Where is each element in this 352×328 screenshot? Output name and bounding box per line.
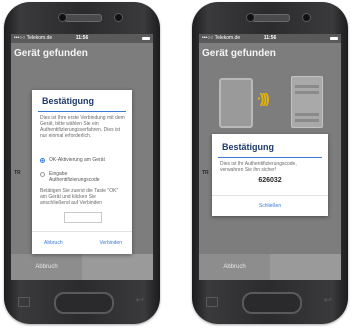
- proximity-sensor: [58, 13, 67, 22]
- dialog-title: Bestätigung: [42, 96, 95, 106]
- bottom-cancel-button[interactable]: Abbruch: [11, 254, 82, 280]
- page-title: Gerät gefunden: [202, 48, 276, 59]
- home-button[interactable]: [242, 292, 302, 314]
- dialog-actions: Abbruch Verbinden: [32, 231, 132, 254]
- dialog-title: Bestätigung: [222, 142, 275, 152]
- page-title: Gerät gefunden: [14, 48, 88, 59]
- device-terminal: [295, 119, 319, 122]
- radio-unselected-icon: [40, 172, 45, 177]
- dialog-text: Dies ist Ihr Authentifizierungscode, ver…: [220, 161, 297, 173]
- battery-icon: [330, 37, 338, 40]
- close-button[interactable]: Schließen: [212, 196, 328, 216]
- dialog-divider: [218, 157, 322, 158]
- bottom-cancel-button[interactable]: Abbruch: [199, 254, 270, 280]
- auth-code-value: 626032: [258, 177, 282, 184]
- bottom-connect-button[interactable]: [82, 254, 153, 280]
- side-label: TR: [202, 170, 209, 176]
- auth-code-input[interactable]: [64, 212, 102, 223]
- confirmation-dialog: Bestätigung Dies ist Ihre erste Verbindu…: [32, 90, 132, 254]
- phone-left: •••○○ Telekom.de 11:56 Gerät gefunden TR…: [4, 2, 160, 324]
- recent-apps-icon[interactable]: [206, 297, 218, 307]
- tablet-icon: [219, 78, 253, 128]
- cancel-button[interactable]: Abbruch: [44, 232, 63, 254]
- bottom-bar: Abbruch: [11, 254, 153, 280]
- dialog-divider: [38, 111, 126, 112]
- radio-label: OK-Aktivierung am Gerät: [49, 157, 105, 163]
- home-button[interactable]: [54, 292, 114, 314]
- radio-selected-icon: [40, 158, 45, 163]
- bottom-connect-button[interactable]: [270, 254, 341, 280]
- pairing-illustration: ·))): [211, 74, 329, 136]
- wifi-signal-icon: ·))): [257, 90, 270, 106]
- dialog-intro-text: Dies ist Ihre erste Verbindung mit dem G…: [40, 115, 125, 139]
- screen: •••○○ Telekom.de 11:56 Gerät gefunden ·)…: [199, 34, 341, 280]
- scene: •••○○ Telekom.de 11:56 Gerät gefunden TR…: [0, 0, 352, 328]
- device-terminal: [295, 113, 319, 116]
- auth-code-dialog: Bestätigung Dies ist Ihr Authentifizieru…: [212, 134, 328, 216]
- recent-apps-icon[interactable]: [18, 297, 30, 307]
- radio-ok-activation[interactable]: OK-Aktivierung am Gerät: [40, 157, 119, 163]
- status-bar: •••○○ Telekom.de 11:56: [199, 34, 341, 43]
- din-rail-device-icon: [291, 76, 323, 128]
- speaker-grille: [252, 14, 290, 22]
- proximity-sensor: [246, 13, 255, 22]
- dialog-instructions: Betätigen Sie zuerst die Taste "OK" am G…: [40, 188, 119, 206]
- side-label: TR: [14, 170, 21, 176]
- clock: 11:56: [75, 35, 89, 41]
- device-terminal: [295, 85, 319, 88]
- clock: 11:56: [263, 35, 277, 41]
- dialog-actions: Schließen: [212, 195, 328, 216]
- device-terminal: [295, 91, 319, 94]
- hardware-buttons: ↩: [192, 290, 348, 314]
- bottom-bar: Abbruch: [199, 254, 341, 280]
- front-camera: [302, 13, 311, 22]
- radio-auth-code[interactable]: Eingabe Authentifizierungscode: [40, 171, 119, 183]
- radio-label: Eingabe Authentifizierungscode: [49, 171, 100, 183]
- phone-right: •••○○ Telekom.de 11:56 Gerät gefunden ·)…: [192, 2, 348, 324]
- back-arrow-icon[interactable]: ↩: [324, 296, 332, 306]
- screen: •••○○ Telekom.de 11:56 Gerät gefunden TR…: [11, 34, 153, 280]
- battery-icon: [142, 37, 150, 40]
- connect-button[interactable]: Verbinden: [99, 232, 122, 254]
- back-arrow-icon[interactable]: ↩: [136, 296, 144, 306]
- front-camera: [114, 13, 123, 22]
- status-bar: •••○○ Telekom.de 11:56: [11, 34, 153, 43]
- speaker-grille: [64, 14, 102, 22]
- hardware-buttons: ↩: [4, 290, 160, 314]
